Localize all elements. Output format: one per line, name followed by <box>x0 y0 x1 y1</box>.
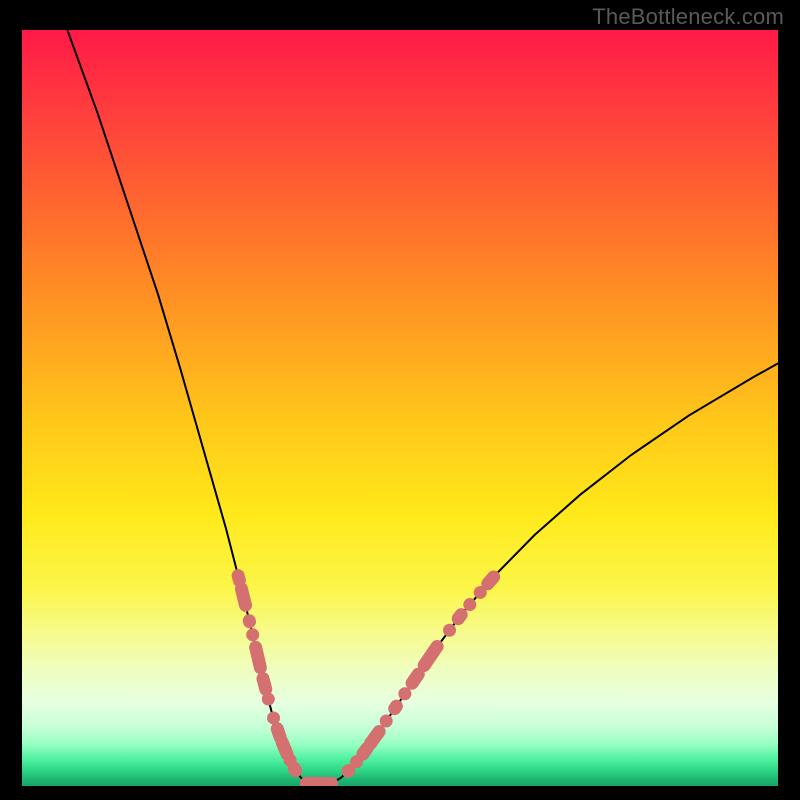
curve-layer <box>22 30 778 786</box>
marker-dot <box>246 628 259 641</box>
marker-capsule <box>248 639 268 675</box>
plot-frame <box>22 30 778 786</box>
right-curve <box>333 363 778 783</box>
watermark-text: TheBottleneck.com <box>592 4 784 30</box>
marker-capsule <box>234 581 254 613</box>
plot-area <box>22 30 778 786</box>
marker-capsule <box>386 697 406 718</box>
marker-dot <box>463 598 476 611</box>
marker-dot <box>262 693 275 706</box>
marker-capsule <box>415 637 446 674</box>
left-curve <box>67 30 332 785</box>
chart-container: TheBottleneck.com <box>0 0 800 800</box>
marker-group <box>230 568 503 786</box>
marker-dot <box>380 714 393 727</box>
marker-dot <box>398 687 411 700</box>
marker-dot <box>443 624 456 637</box>
marker-capsule <box>241 613 257 630</box>
